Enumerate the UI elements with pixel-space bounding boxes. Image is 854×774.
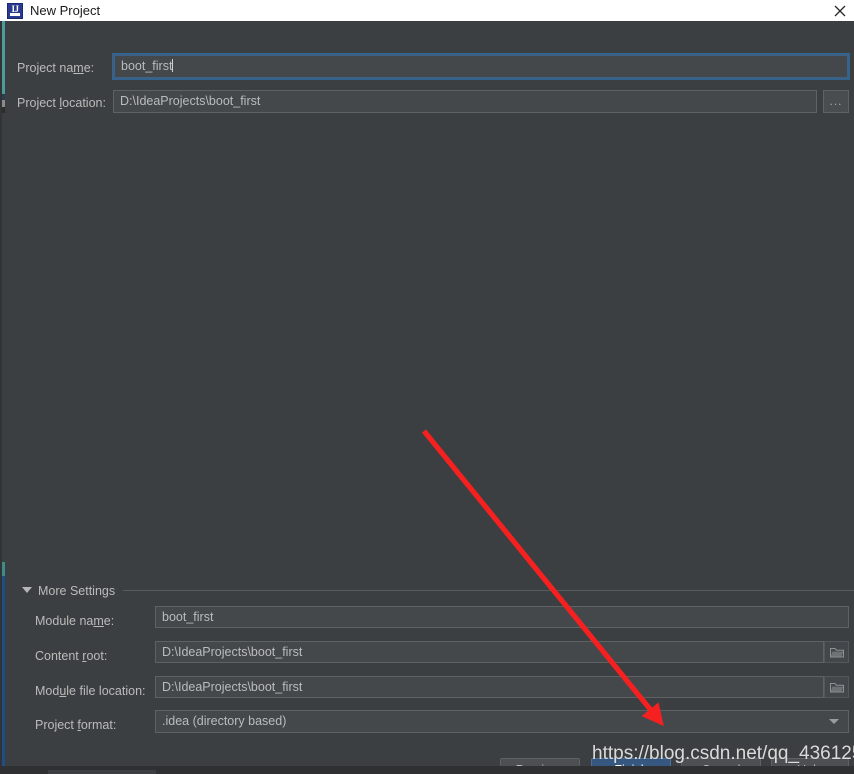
module-name-label: Module name:	[35, 614, 115, 628]
intellij-idea-icon: IJ	[7, 3, 23, 19]
project-location-value: D:\IdeaProjects\boot_first	[120, 94, 261, 108]
project-name-label: Project name:	[17, 61, 95, 75]
module-name-input[interactable]: boot_first	[155, 606, 849, 628]
module-file-location-label: Module file location:	[35, 684, 146, 698]
content-root-browse-button[interactable]	[824, 641, 849, 663]
project-name-value: boot_first	[121, 59, 173, 73]
project-format-chevron-down-icon[interactable]	[829, 719, 839, 724]
module-file-location-input[interactable]: D:\IdeaProjects\boot_first	[155, 676, 824, 698]
background-window-tab	[48, 770, 156, 774]
project-location-browse-button[interactable]: ...	[823, 90, 849, 113]
folder-icon	[830, 648, 844, 658]
content-root-label: Content root:	[35, 649, 108, 663]
more-settings-label[interactable]: More Settings	[38, 584, 115, 598]
more-settings-chevron-down-icon[interactable]	[22, 587, 32, 593]
window-title: New Project	[30, 3, 101, 18]
project-name-input[interactable]: boot_first	[112, 53, 850, 80]
more-settings-separator	[123, 590, 854, 591]
module-file-location-value: D:\IdeaProjects\boot_first	[162, 680, 303, 694]
project-format-select[interactable]: .idea (directory based)	[155, 710, 849, 733]
project-location-input[interactable]: D:\IdeaProjects\boot_first	[113, 90, 817, 113]
project-location-label: Project location:	[17, 96, 106, 110]
new-project-dialog-window: IJ New Project Project name: boot_first …	[0, 0, 854, 774]
project-format-value: .idea (directory based)	[162, 714, 287, 728]
watermark-text: https://blog.csdn.net/qq_43612538	[592, 743, 854, 764]
dialog-body: Project name: boot_first Project locatio…	[5, 21, 854, 774]
module-name-value: boot_first	[162, 610, 214, 624]
close-icon[interactable]	[826, 0, 854, 21]
folder-icon	[830, 683, 844, 693]
content-root-input[interactable]: D:\IdeaProjects\boot_first	[155, 641, 824, 663]
ellipsis-icon: ...	[829, 94, 843, 108]
project-format-label: Project format:	[35, 718, 117, 732]
module-file-location-browse-button[interactable]	[824, 676, 849, 698]
title-bar: IJ New Project	[0, 0, 854, 22]
text-caret	[172, 59, 174, 72]
content-root-value: D:\IdeaProjects\boot_first	[162, 645, 303, 659]
